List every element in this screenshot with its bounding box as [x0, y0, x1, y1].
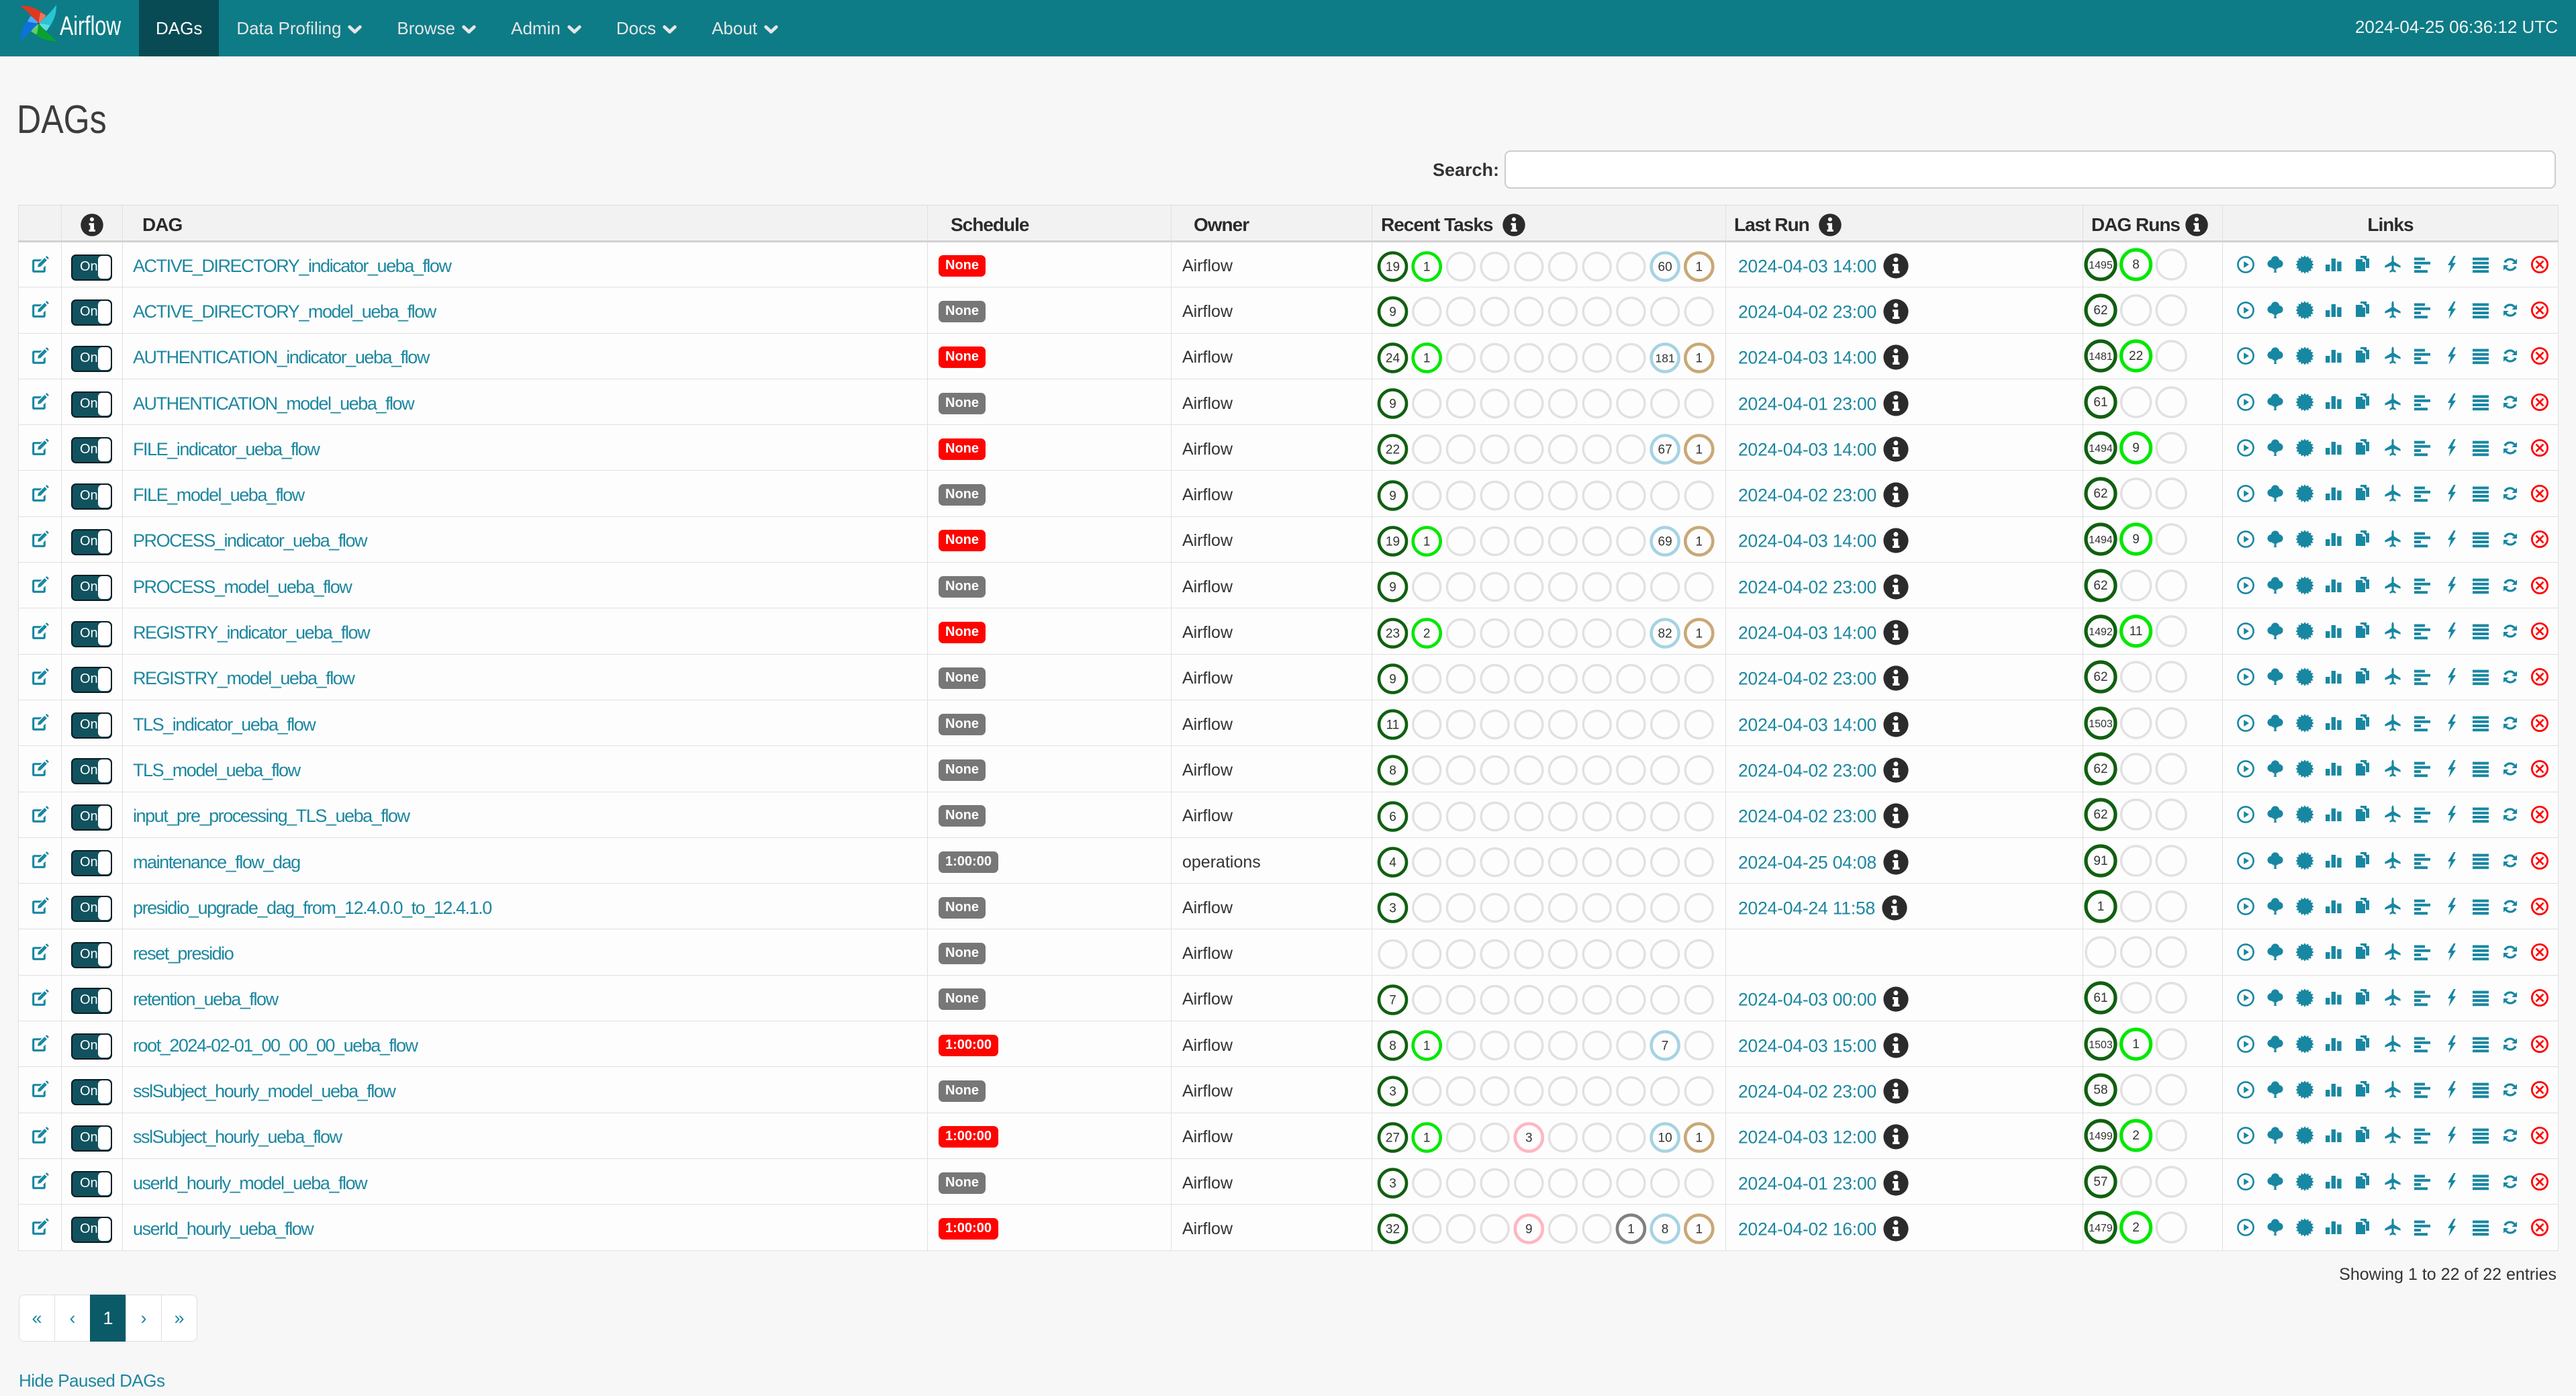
svg-text:91: 91 — [2093, 854, 2107, 868]
svg-text:1: 1 — [2132, 1037, 2140, 1052]
svg-text:1494: 1494 — [2089, 443, 2113, 455]
svg-text:8: 8 — [1662, 1223, 1669, 1237]
svg-text:62: 62 — [2093, 579, 2107, 593]
svg-text:8: 8 — [2132, 258, 2140, 272]
svg-text:1: 1 — [1627, 1223, 1635, 1237]
svg-text:1479: 1479 — [2089, 1223, 2113, 1234]
svg-text:1503: 1503 — [2089, 718, 2113, 730]
svg-text:1503: 1503 — [2089, 1039, 2113, 1051]
svg-text:1: 1 — [1423, 351, 1431, 365]
svg-text:23: 23 — [1386, 626, 1400, 641]
svg-text:62: 62 — [2093, 670, 2107, 684]
svg-text:1: 1 — [1423, 1131, 1431, 1145]
svg-text:1: 1 — [1423, 260, 1431, 274]
svg-text:3: 3 — [1389, 1177, 1396, 1191]
svg-text:69: 69 — [1658, 534, 1672, 549]
svg-text:58: 58 — [2093, 1083, 2107, 1097]
svg-text:57: 57 — [2093, 1175, 2107, 1189]
svg-text:60: 60 — [1658, 260, 1672, 274]
svg-text:1494: 1494 — [2089, 534, 2113, 546]
svg-text:9: 9 — [1389, 306, 1396, 320]
svg-text:2: 2 — [1423, 626, 1431, 641]
svg-text:82: 82 — [1658, 626, 1672, 641]
svg-text:1492: 1492 — [2089, 626, 2113, 638]
svg-text:9: 9 — [1389, 398, 1396, 412]
svg-text:1: 1 — [1696, 443, 1703, 457]
svg-text:1: 1 — [1696, 1223, 1703, 1237]
svg-text:3: 3 — [1525, 1131, 1533, 1145]
svg-text:1: 1 — [1696, 626, 1703, 641]
svg-text:62: 62 — [2093, 304, 2107, 318]
svg-text:67: 67 — [1658, 443, 1672, 457]
svg-text:61: 61 — [2093, 991, 2107, 1005]
svg-text:19: 19 — [1386, 260, 1400, 274]
svg-text:10: 10 — [1658, 1131, 1672, 1145]
svg-text:1: 1 — [1423, 534, 1431, 549]
svg-text:62: 62 — [2093, 762, 2107, 776]
svg-text:8: 8 — [1389, 1039, 1396, 1054]
svg-text:3: 3 — [1389, 902, 1396, 916]
svg-text:11: 11 — [1386, 718, 1400, 733]
svg-text:9: 9 — [1389, 489, 1396, 503]
svg-text:8: 8 — [1389, 764, 1396, 778]
svg-text:32: 32 — [1386, 1223, 1400, 1237]
svg-text:3: 3 — [1389, 1085, 1396, 1099]
svg-text:62: 62 — [2093, 808, 2107, 822]
svg-text:27: 27 — [1386, 1131, 1400, 1145]
svg-text:1499: 1499 — [2089, 1131, 2113, 1142]
svg-text:4: 4 — [1389, 856, 1396, 870]
svg-text:6: 6 — [1389, 810, 1396, 824]
svg-text:7: 7 — [1662, 1039, 1669, 1054]
svg-text:9: 9 — [1389, 581, 1396, 595]
svg-text:11: 11 — [2130, 624, 2143, 639]
svg-text:1: 1 — [1696, 1131, 1703, 1145]
svg-text:181: 181 — [1655, 351, 1674, 365]
svg-text:9: 9 — [1389, 672, 1396, 686]
svg-text:62: 62 — [2093, 487, 2107, 501]
svg-text:9: 9 — [1525, 1223, 1533, 1237]
svg-text:1: 1 — [1696, 351, 1703, 365]
svg-text:24: 24 — [1386, 351, 1400, 365]
svg-text:1481: 1481 — [2089, 351, 2113, 363]
svg-text:1: 1 — [2097, 900, 2105, 914]
svg-text:19: 19 — [1386, 534, 1400, 549]
svg-text:22: 22 — [1386, 443, 1400, 457]
svg-text:7: 7 — [1389, 993, 1396, 1007]
svg-text:2: 2 — [2132, 1129, 2140, 1143]
svg-text:61: 61 — [2093, 395, 2107, 410]
svg-text:2: 2 — [2132, 1221, 2140, 1235]
svg-text:22: 22 — [2129, 349, 2143, 363]
svg-text:9: 9 — [2132, 532, 2140, 547]
svg-text:1495: 1495 — [2089, 260, 2113, 271]
svg-text:1: 1 — [1696, 260, 1703, 274]
svg-text:1: 1 — [1696, 534, 1703, 549]
svg-text:1: 1 — [1423, 1039, 1431, 1054]
svg-text:9: 9 — [2132, 441, 2140, 455]
